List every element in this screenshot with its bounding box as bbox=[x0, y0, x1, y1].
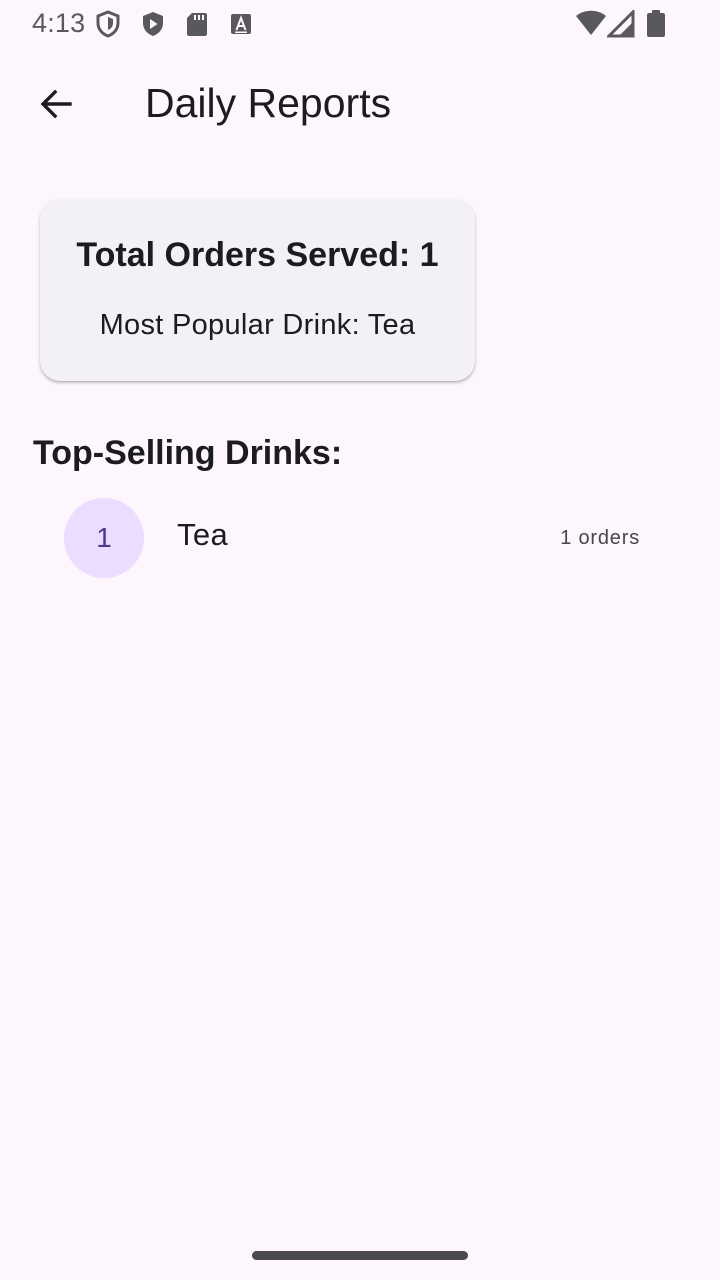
top-selling-heading: Top-Selling Drinks: bbox=[33, 434, 343, 472]
summary-card: Total Orders Served: 1 Most Popular Drin… bbox=[40, 199, 475, 381]
arrow-back-icon bbox=[40, 89, 72, 119]
gesture-navigation-bar[interactable] bbox=[252, 1251, 468, 1260]
drink-name: Tea bbox=[177, 517, 229, 552]
font-icon bbox=[228, 10, 254, 38]
battery-icon bbox=[645, 10, 667, 43]
page-title: Daily Reports bbox=[145, 80, 392, 126]
sd-card-icon bbox=[184, 10, 210, 38]
most-popular-drink-text: Most Popular Drink: Tea bbox=[99, 309, 416, 341]
shield-outline-icon bbox=[95, 10, 121, 38]
list-item[interactable]: 1 Tea 1 orders bbox=[32, 490, 688, 586]
wifi-icon bbox=[575, 10, 607, 43]
play-protect-icon bbox=[140, 10, 166, 38]
cell-signal-icon bbox=[605, 8, 635, 43]
rank-avatar: 1 bbox=[64, 498, 144, 578]
status-time: 4:13 bbox=[32, 8, 86, 38]
drink-order-count: 1 orders bbox=[560, 527, 640, 549]
app-bar: Daily Reports bbox=[0, 56, 720, 152]
status-bar: 4:13 bbox=[0, 0, 720, 48]
back-button[interactable] bbox=[28, 78, 84, 130]
total-orders-text: Total Orders Served: 1 bbox=[76, 236, 439, 274]
